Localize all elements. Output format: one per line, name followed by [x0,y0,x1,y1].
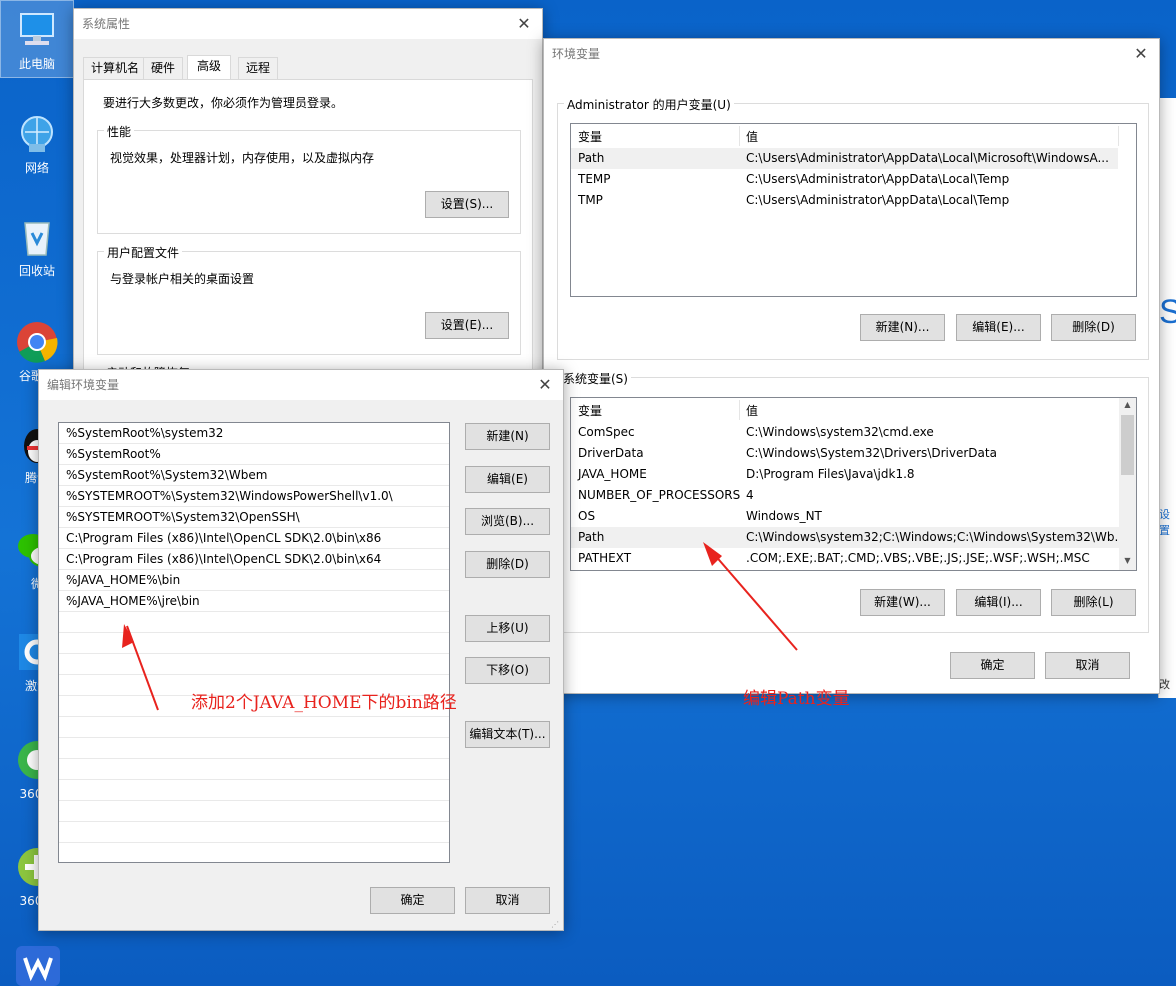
annotation-arrow-right [706,545,798,651]
annotation-text-add-bin-paths: 添加2个JAVA_HOME下的bin路径 [191,693,457,713]
annotation-text-edit-path: 编辑Path变量 [743,689,850,709]
annotation-arrowhead-right [703,542,722,566]
annotation-arrows [122,542,798,711]
